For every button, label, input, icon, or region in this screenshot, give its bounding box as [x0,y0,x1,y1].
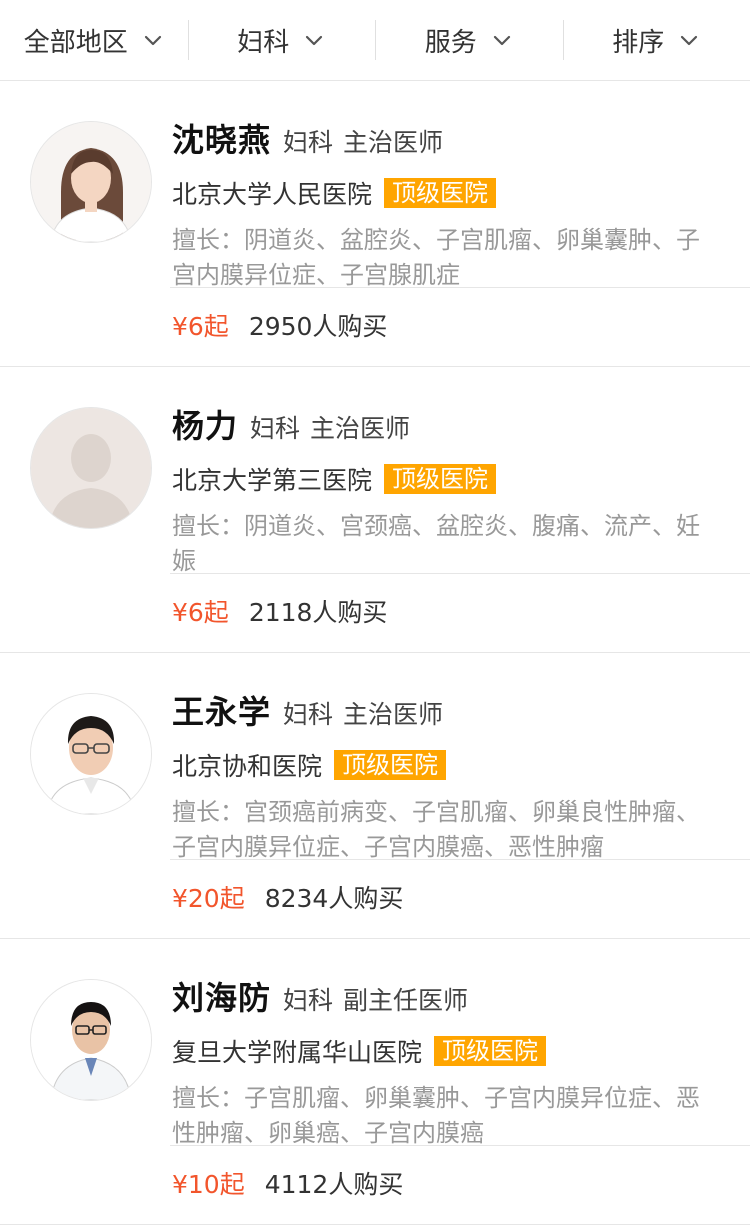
doctor-avatar [30,693,152,815]
chevron-down-icon [142,29,164,51]
divider [170,573,750,574]
doctor-avatar [30,407,152,529]
filter-department-label: 妇科 [237,22,289,59]
chevron-down-icon [491,29,513,51]
doctor-department: 妇科 [250,409,300,445]
filter-region-label: 全部地区 [24,22,128,59]
doctor-name: 刘海防 [172,973,271,1019]
doctor-hospital: 北京大学第三医院 [172,461,372,497]
purchase-count: 4112人购买 [265,1165,404,1201]
doctor-card[interactable]: 沈晓燕 妇科 主治医师 北京大学人民医院 顶级医院 擅长：阴道炎、盆腔炎、子宫肌… [0,81,750,367]
service-price: ¥6起 [172,307,229,343]
doctor-avatar [30,979,152,1101]
filter-sort-label: 排序 [612,22,664,59]
doctor-department: 妇科 [283,981,333,1017]
doctor-title: 主治医师 [310,409,410,445]
doctor-title: 主治医师 [343,123,443,159]
service-price: ¥10起 [172,1165,245,1201]
divider [170,287,750,288]
doctor-skills: 擅长：宫颈癌前病变、子宫肌瘤、卵巢良性肿瘤、子宫内膜异位症、子宫内膜癌、恶性肿瘤 [172,795,720,865]
doctor-name: 王永学 [172,687,271,733]
doctor-avatar [30,121,152,243]
doctor-name: 沈晓燕 [172,115,271,161]
doctor-title: 副主任医师 [343,981,468,1017]
top-hospital-badge: 顶级医院 [384,464,496,494]
doctor-hospital: 北京大学人民医院 [172,175,372,211]
doctor-department: 妇科 [283,123,333,159]
top-hospital-badge: 顶级医院 [334,750,446,780]
filter-bar: 全部地区 妇科 服务 排序 [0,0,750,81]
filter-sort[interactable]: 排序 [563,20,750,60]
chevron-down-icon [678,29,700,51]
doctor-card[interactable]: 刘海防 妇科 副主任医师 复旦大学附属华山医院 顶级医院 擅长：子宫肌瘤、卵巢囊… [0,939,750,1225]
filter-region[interactable]: 全部地区 [0,20,188,60]
divider [170,1145,750,1146]
doctor-card[interactable]: 王永学 妇科 主治医师 北京协和医院 顶级医院 擅长：宫颈癌前病变、子宫肌瘤、卵… [0,653,750,939]
top-hospital-badge: 顶级医院 [434,1036,546,1066]
filter-service-label: 服务 [425,22,477,59]
doctor-card[interactable]: 杨力 妇科 主治医师 北京大学第三医院 顶级医院 擅长：阴道炎、宫颈癌、盆腔炎、… [0,367,750,653]
purchase-count: 8234人购买 [265,879,404,915]
divider [170,859,750,860]
chevron-down-icon [303,29,325,51]
doctor-skills: 擅长：阴道炎、宫颈癌、盆腔炎、腹痛、流产、妊娠 [172,509,720,579]
doctor-title: 主治医师 [343,695,443,731]
service-price: ¥6起 [172,593,229,629]
filter-service[interactable]: 服务 [375,20,563,60]
doctor-hospital: 复旦大学附属华山医院 [172,1033,422,1069]
doctor-department: 妇科 [283,695,333,731]
purchase-count: 2118人购买 [249,593,388,629]
doctor-hospital: 北京协和医院 [172,747,322,783]
doctor-skills: 擅长：子宫肌瘤、卵巢囊肿、子宫内膜异位症、恶性肿瘤、卵巢癌、子宫内膜癌 [172,1081,720,1151]
doctor-name: 杨力 [172,401,238,447]
purchase-count: 2950人购买 [249,307,388,343]
filter-department[interactable]: 妇科 [188,20,376,60]
doctor-skills: 擅长：阴道炎、盆腔炎、子宫肌瘤、卵巢囊肿、子宫内膜异位症、子宫腺肌症 [172,223,720,293]
service-price: ¥20起 [172,879,245,915]
top-hospital-badge: 顶级医院 [384,178,496,208]
